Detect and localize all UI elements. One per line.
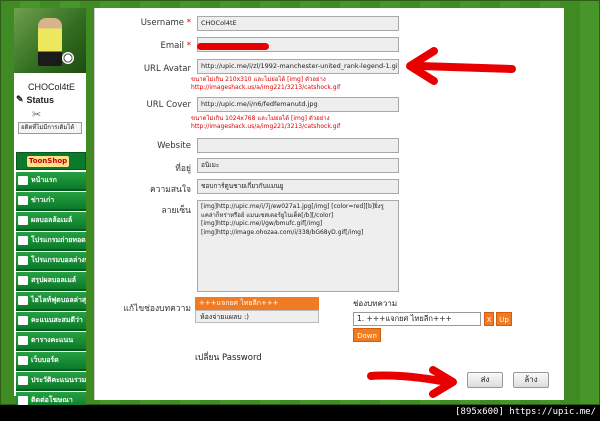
sidebar-item-points[interactable]: คะแนนสะสมดีว่า <box>16 312 86 331</box>
sidebar-item-label: ตารางคะแนน <box>31 336 74 344</box>
sidebar-item-history[interactable]: ประวัติคะแนนรวม <box>16 372 86 391</box>
tv-icon <box>18 236 28 245</box>
chat-icon <box>18 396 28 405</box>
sidebar-username: CHOCol4tE <box>28 82 76 92</box>
sidebar-item-label: โปรแกรมถ่ายทอดสด <box>31 236 86 244</box>
sidebar-edit-button[interactable]: อดิตที่ไม่มีการเดิมได้ <box>18 122 82 134</box>
reset-button[interactable]: ล้าง <box>513 372 549 388</box>
channel-option[interactable]: ห้องจ่ายแผลบ :) <box>195 310 319 323</box>
points-icon <box>18 316 28 325</box>
selected-channel-select[interactable]: 1. +++แจกยศ ไทยลีก+++ <box>353 312 481 326</box>
sidebar-item-results[interactable]: ผลบอลล้อเมล์ <box>16 212 86 231</box>
signature-line: [img]http://image.ohozaa.com/i/338/bG68y… <box>201 228 364 236</box>
edit-icon: ✎ <box>16 94 24 104</box>
avatar-label: URL Avatar <box>143 64 191 74</box>
signature-line: [img]http://upic.me/i/7j/ew027a1.jpg[/im… <box>201 203 384 210</box>
email-label: Email * <box>160 41 191 51</box>
move-up-button[interactable]: Up <box>496 312 512 326</box>
signature-textarea[interactable]: [img]http://upic.me/i/7j/ew027a1.jpg[/im… <box>197 200 399 292</box>
sidebar-item-table[interactable]: ตารางคะแนน <box>16 332 86 351</box>
football-icon <box>62 52 74 64</box>
sidebar-item-label: ประวัติคะแนนรวม <box>31 376 86 384</box>
menu-header: ToonShop <box>16 152 86 170</box>
signature-line: แคล่าก็หร่าหรือย์ แมนเชสเตอร์ยูไนเต็ด[/b… <box>201 211 334 219</box>
signature-line: [img]http://upic.me/i/gw/bmufc.gif[/img] <box>201 220 323 227</box>
channel-label: แก้ไขช่องบทความ <box>123 304 191 314</box>
channel-list[interactable]: +++แจกยศ ไทยลีก+++ ห้องจ่ายแผลบ :) <box>195 297 319 323</box>
results-icon <box>18 216 28 225</box>
selected-channel-label: ช่องบทความ <box>353 299 398 308</box>
cover-label: URL Cover <box>146 100 191 110</box>
redaction-mark <box>197 43 269 50</box>
news-icon <box>18 196 28 205</box>
annotation-arrow-submit <box>367 366 457 398</box>
location-field[interactable]: อนิเมะ <box>197 158 399 173</box>
cover-note: ขนาดไม่เกิน 1024x768 และไม่ย่อได้ [img] … <box>191 115 330 122</box>
sidebar-item-label: คะแนนสะสมดีว่า <box>31 316 83 324</box>
annotation-arrow-avatar <box>406 47 516 85</box>
interest-label: ความสนใจ <box>150 185 191 195</box>
sidebar-item-home[interactable]: หน้าแรก <box>16 172 86 191</box>
sidebar: CHOCol4tE ✎ Status ✂ อดิตที่ไม่มีการเดิม… <box>14 8 86 411</box>
sidebar-item-live[interactable]: โปรแกรมถ่ายทอดสด <box>16 232 86 251</box>
video-icon <box>18 296 28 305</box>
remove-channel-button[interactable]: X <box>484 312 494 326</box>
sidebar-item-label: ไฮไลท์ฟุตบอลล่าสุด <box>31 296 86 304</box>
avatar-note: ขนาดไม่เกิน 210x310 และไม่ย่อได้ [img] ต… <box>191 76 326 83</box>
avatar-note-example: http://imageshack.us/a/img221/3213/catsh… <box>191 84 341 91</box>
channel-option[interactable]: +++แจกยศ ไทยลีก+++ <box>195 297 319 310</box>
username-label: Username * <box>140 18 191 28</box>
status-link[interactable]: ✎ Status <box>16 94 54 105</box>
username-field[interactable]: CHOCol4tE <box>197 16 399 31</box>
sidebar-item-webboard[interactable]: เว็บบอร์ด <box>16 352 86 371</box>
table-icon <box>18 336 28 345</box>
website-field[interactable] <box>197 138 399 153</box>
move-down-button[interactable]: Down <box>353 328 381 342</box>
sidebar-menu: หน้าแรก ข่าวเก่า ผลบอลล้อเมล์ โปรแกรมถ่า… <box>16 172 86 412</box>
signature-label: ลายเซ็น <box>161 206 191 216</box>
sidebar-item-label: ผลบอลล้อเมล์ <box>31 216 73 224</box>
footer-watermark: [895x600] https://upic.me/ <box>455 407 596 417</box>
website-label: Website <box>157 141 191 151</box>
sidebar-item-news[interactable]: ข่าวเก่า <box>16 192 86 211</box>
avatar <box>14 8 86 73</box>
sidebar-item-highlights[interactable]: ไฮไลท์ฟุตบอลล่าสุด <box>16 292 86 311</box>
sidebar-item-label: สรุปผลบอลเมล์ <box>31 276 77 284</box>
cover-note-example: http://imageshack.us/a/img221/3213/catsh… <box>191 123 341 130</box>
board-icon <box>18 356 28 365</box>
history-icon <box>18 376 28 385</box>
sidebar-item-label: เว็บบอร์ด <box>31 356 59 364</box>
sidebar-item-label: โปรแกรมบอลล่างหน้า <box>31 256 86 264</box>
calendar-icon <box>18 256 28 265</box>
change-password-link[interactable]: เปลี่ยน Password <box>195 350 262 364</box>
location-label: ที่อยู่ <box>175 164 191 174</box>
status-label: Status <box>26 94 55 105</box>
sidebar-item-summary[interactable]: สรุปผลบอลเมล์ <box>16 272 86 291</box>
sidebar-item-fixtures[interactable]: โปรแกรมบอลล่างหน้า <box>16 252 86 271</box>
player-figure <box>38 18 62 66</box>
sidebar-item-label: ข่าวเก่า <box>31 196 55 204</box>
interest-field[interactable]: ชอบการ์ตูนชายเกี่ยวกับแมนยู <box>197 179 399 194</box>
list-icon <box>18 276 28 285</box>
tools-icon[interactable]: ✂ <box>32 108 41 121</box>
cover-url-field[interactable]: http://upic.me/i/n6/fedfemanutd.jpg <box>197 97 399 112</box>
footer-bar: [895x600] https://upic.me/ <box>0 405 600 421</box>
sidebar-item-label: หน้าแรก <box>31 176 57 184</box>
avatar-url-field[interactable]: http://upic.me/i/zl/1992-manchester-unit… <box>197 59 399 74</box>
home-icon <box>18 176 28 185</box>
submit-button[interactable]: ส่ง <box>467 372 503 388</box>
menu-header-logo: ToonShop <box>27 156 69 167</box>
